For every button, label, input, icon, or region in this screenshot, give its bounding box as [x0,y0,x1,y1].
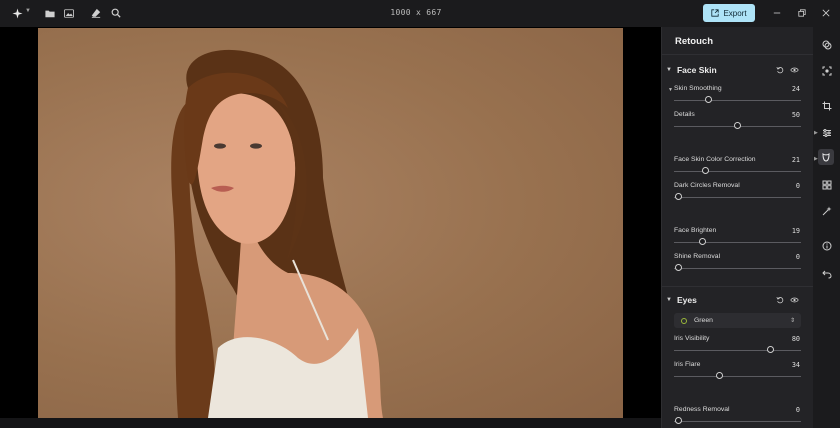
color-correction-value[interactable]: 21 [792,156,800,164]
slider-thumb[interactable] [701,167,709,174]
eye-icon[interactable] [790,66,799,74]
export-button[interactable]: Export [703,4,755,22]
skin-smoothing-value[interactable]: 24 [792,85,800,93]
iris-visibility-label: Iris Visibility [674,335,710,342]
eyes-header[interactable]: ▼ Eyes [666,295,697,305]
retouch-panel: Retouch ▼ Face Skin ▼ Skin Smoothing 24 … [661,27,814,428]
export-label: Export [723,8,747,18]
magic-wand-icon[interactable] [820,204,833,217]
reset-icon[interactable] [776,296,784,304]
redness-removal-slider[interactable] [674,417,801,425]
grid-icon[interactable] [820,178,833,191]
close-icon[interactable] [819,6,833,20]
slider-thumb[interactable] [767,346,775,353]
reset-icon[interactable] [776,66,784,74]
panel-title: Retouch [675,36,713,47]
eye-color-select[interactable]: Green ⇕ [674,313,801,328]
divider [662,54,814,55]
portrait-photo [38,28,623,418]
eyes-tools [776,296,799,304]
eye-color-value: Green [694,317,713,324]
adjustments-icon[interactable] [820,126,833,139]
iris-flare-label: Iris Flare [674,361,701,368]
face-skin-tools [776,66,799,74]
retouch-face-icon[interactable] [818,149,834,165]
focus-icon[interactable] [820,64,833,77]
tool-rail: ▶ ▶ [813,27,840,428]
export-icon [711,9,720,17]
layers-icon[interactable] [820,38,833,51]
top-toolbar: ▼ 1000 x 667 Export [0,0,840,27]
iris-flare-value[interactable]: 34 [792,361,800,369]
slider-thumb[interactable] [699,238,707,245]
iris-visibility-value[interactable]: 80 [792,335,800,343]
slider-thumb[interactable] [705,96,713,103]
redness-removal-value[interactable]: 0 [796,406,800,414]
face-brighten-label: Face Brighten [674,227,717,234]
dark-circles-slider[interactable] [674,193,801,201]
details-value[interactable]: 50 [792,111,800,119]
face-skin-header[interactable]: ▼ Face Skin [666,65,717,75]
restore-icon[interactable] [795,6,809,20]
minimize-icon[interactable] [770,6,784,20]
color-correction-label: Face Skin Color Correction [674,156,756,163]
slider-thumb[interactable] [674,193,682,200]
shine-removal-label: Shine Removal [674,253,721,260]
skin-smoothing-label: Skin Smoothing [674,85,722,92]
canvas-bottom-bar [0,418,661,428]
slider-thumb[interactable] [674,264,682,271]
caret-down-icon[interactable]: ▼ [666,67,672,73]
face-brighten-slider[interactable] [674,238,801,246]
caret-right-icon: ▶ [814,130,818,136]
crop-icon[interactable] [820,99,833,112]
shine-removal-slider[interactable] [674,264,801,272]
eye-icon[interactable] [790,296,799,304]
iris-visibility-slider[interactable] [674,346,801,354]
face-brighten-value[interactable]: 19 [792,227,800,235]
undo-icon[interactable] [820,267,833,280]
info-icon[interactable] [820,239,833,252]
details-label: Details [674,111,695,118]
iris-flare-slider[interactable] [674,372,801,380]
slider-thumb[interactable] [734,122,741,129]
color-correction-slider[interactable] [674,167,801,175]
shine-removal-value[interactable]: 0 [796,253,800,261]
redness-removal-label: Redness Removal [674,406,730,413]
caret-down-icon[interactable]: ▼ [668,87,673,93]
slider-thumb[interactable] [716,372,724,379]
slider-thumb[interactable] [674,417,682,424]
divider [662,286,814,287]
chevron-updown-icon: ⇕ [789,318,795,324]
color-swatch-icon [681,317,687,324]
eyes-title: Eyes [676,295,697,305]
image-canvas[interactable] [0,27,661,428]
caret-down-icon[interactable]: ▼ [666,297,672,303]
skin-smoothing-slider[interactable] [674,96,801,104]
face-skin-title: Face Skin [676,65,717,75]
details-slider[interactable] [674,122,801,130]
dark-circles-value[interactable]: 0 [796,182,800,190]
dark-circles-label: Dark Circles Removal [674,182,740,189]
